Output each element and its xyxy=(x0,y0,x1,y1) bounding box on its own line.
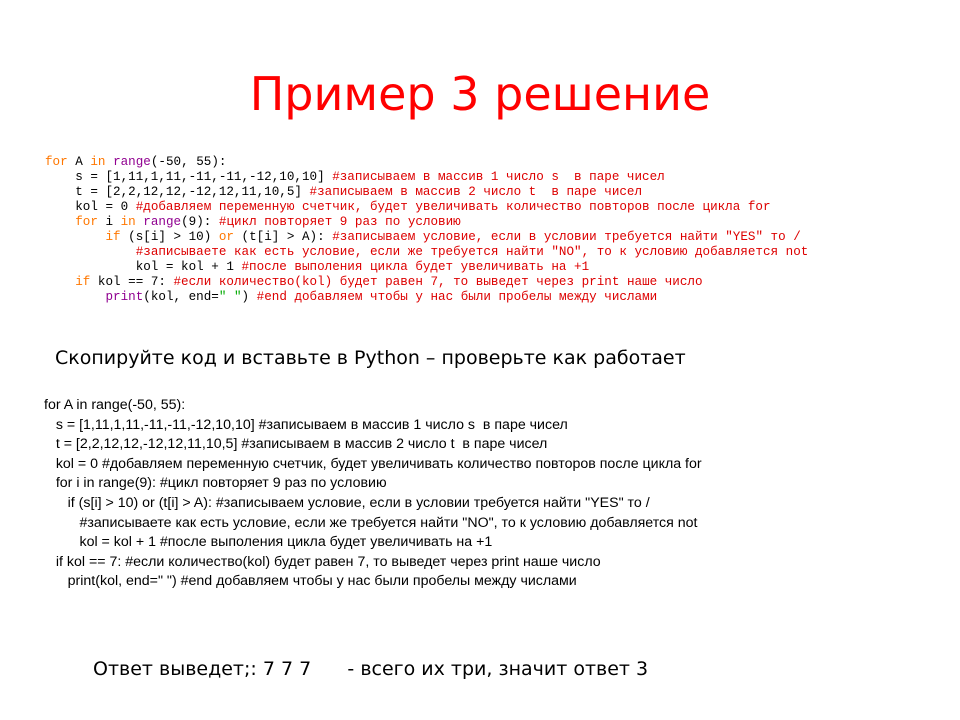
code-line: kol = 0 #добавляем переменную счетчик, б… xyxy=(45,200,808,215)
code-line: #записываете как есть условие, если же т… xyxy=(45,245,809,260)
code-line: if (s[i] > 10) or (t[i] > A): #записывае… xyxy=(45,230,808,245)
code-text: (t[i] > A): xyxy=(233,230,333,244)
plain-code-line: #записываете как есть условие, если же т… xyxy=(44,514,698,531)
builtin: range xyxy=(143,215,182,229)
code-line: for i in range(9): #цикл повторяет 9 раз… xyxy=(45,215,808,230)
code-text: (s[i] > 10) xyxy=(120,230,219,244)
keyword: for xyxy=(75,215,98,229)
keyword: if xyxy=(105,230,121,244)
keyword: or xyxy=(218,230,234,244)
code-text: t = [2,2,12,12,-12,12,11,10,5] xyxy=(45,185,310,199)
plain-code-line: if (s[i] > 10) or (t[i] > A): #записывае… xyxy=(44,494,650,511)
plain-code-line: print(kol, end=" ") #end добавляем чтобы… xyxy=(44,573,577,590)
code-text: kol == 7: xyxy=(90,275,174,289)
code-line: kol = kol + 1 #после выполения цикла буд… xyxy=(45,260,808,275)
code-line: if kol == 7: #если количество(kol) будет… xyxy=(45,275,808,290)
code-text: (-50, 55): xyxy=(150,155,227,169)
code-text: kol = 0 xyxy=(45,200,136,214)
instruction-text: Скопируйте код и вставьте в Python – про… xyxy=(55,347,686,369)
plain-code-block[interactable]: for A in range(-50, 55): s = [1,11,1,11,… xyxy=(44,396,702,592)
code-comment: #записываем в массив 2 число t в паре чи… xyxy=(309,185,643,199)
highlighted-code-block: for A in range(-50, 55): s = [1,11,1,11,… xyxy=(45,155,808,305)
builtin: range xyxy=(113,155,151,169)
keyword: in xyxy=(90,155,106,169)
keyword: in xyxy=(120,215,136,229)
code-string: " " xyxy=(218,290,242,304)
plain-code-line: kol = kol + 1 #после выполения цикла буд… xyxy=(44,534,493,551)
plain-code-line: for i in range(9): #цикл повторяет 9 раз… xyxy=(44,475,387,492)
plain-code-line: t = [2,2,12,12,-12,12,11,10,5] #записыва… xyxy=(44,436,548,453)
code-text: s = [1,11,1,11,-11,-11,-12,10,10] xyxy=(45,170,333,184)
plain-code-line: if kol == 7: #если количество(kol) будет… xyxy=(44,553,601,570)
code-text: i xyxy=(97,215,121,229)
code-comment: #end добавляем чтобы у нас были пробелы … xyxy=(256,290,658,304)
code-comment: #если количество(kol) будет равен 7, то … xyxy=(173,275,703,289)
code-line: print(kol, end=" ") #end добавляем чтобы… xyxy=(45,290,808,305)
keyword: for xyxy=(45,155,68,169)
code-comment: #записываем в массив 1 число s в паре чи… xyxy=(332,170,665,184)
code-line: s = [1,11,1,11,-11,-11,-12,10,10] #запис… xyxy=(45,170,808,185)
answer-text: Ответ выведет;: 7 7 7 - всего их три, зн… xyxy=(93,658,649,680)
plain-code-line: s = [1,11,1,11,-11,-11,-12,10,10] #запис… xyxy=(44,416,568,433)
code-comment: #после выполения цикла будет увеличивать… xyxy=(241,260,590,274)
code-text: (kol, end= xyxy=(143,290,219,304)
code-comment: #добавляем переменную счетчик, будет уве… xyxy=(135,200,771,214)
builtin: print xyxy=(105,290,144,304)
code-text: A xyxy=(67,155,91,169)
slide-title: Пример 3 решение xyxy=(249,67,711,121)
plain-code-line: for A in range(-50, 55): xyxy=(44,397,186,413)
code-comment: #записываете как есть условие, если же т… xyxy=(135,245,809,259)
code-line: for A in range(-50, 55): xyxy=(45,155,808,170)
code-text: (9): xyxy=(181,215,219,229)
code-comment: #записываем условие, если в условии треб… xyxy=(332,230,801,244)
code-text: ) xyxy=(241,290,257,304)
code-comment: #цикл повторяет 9 раз по условию xyxy=(218,215,461,229)
keyword: if xyxy=(75,275,91,289)
plain-code-line: kol = 0 #добавляем переменную счетчик, б… xyxy=(44,455,702,472)
code-text: kol = kol + 1 xyxy=(45,260,242,274)
code-line: t = [2,2,12,12,-12,12,11,10,5] #записыва… xyxy=(45,185,808,200)
